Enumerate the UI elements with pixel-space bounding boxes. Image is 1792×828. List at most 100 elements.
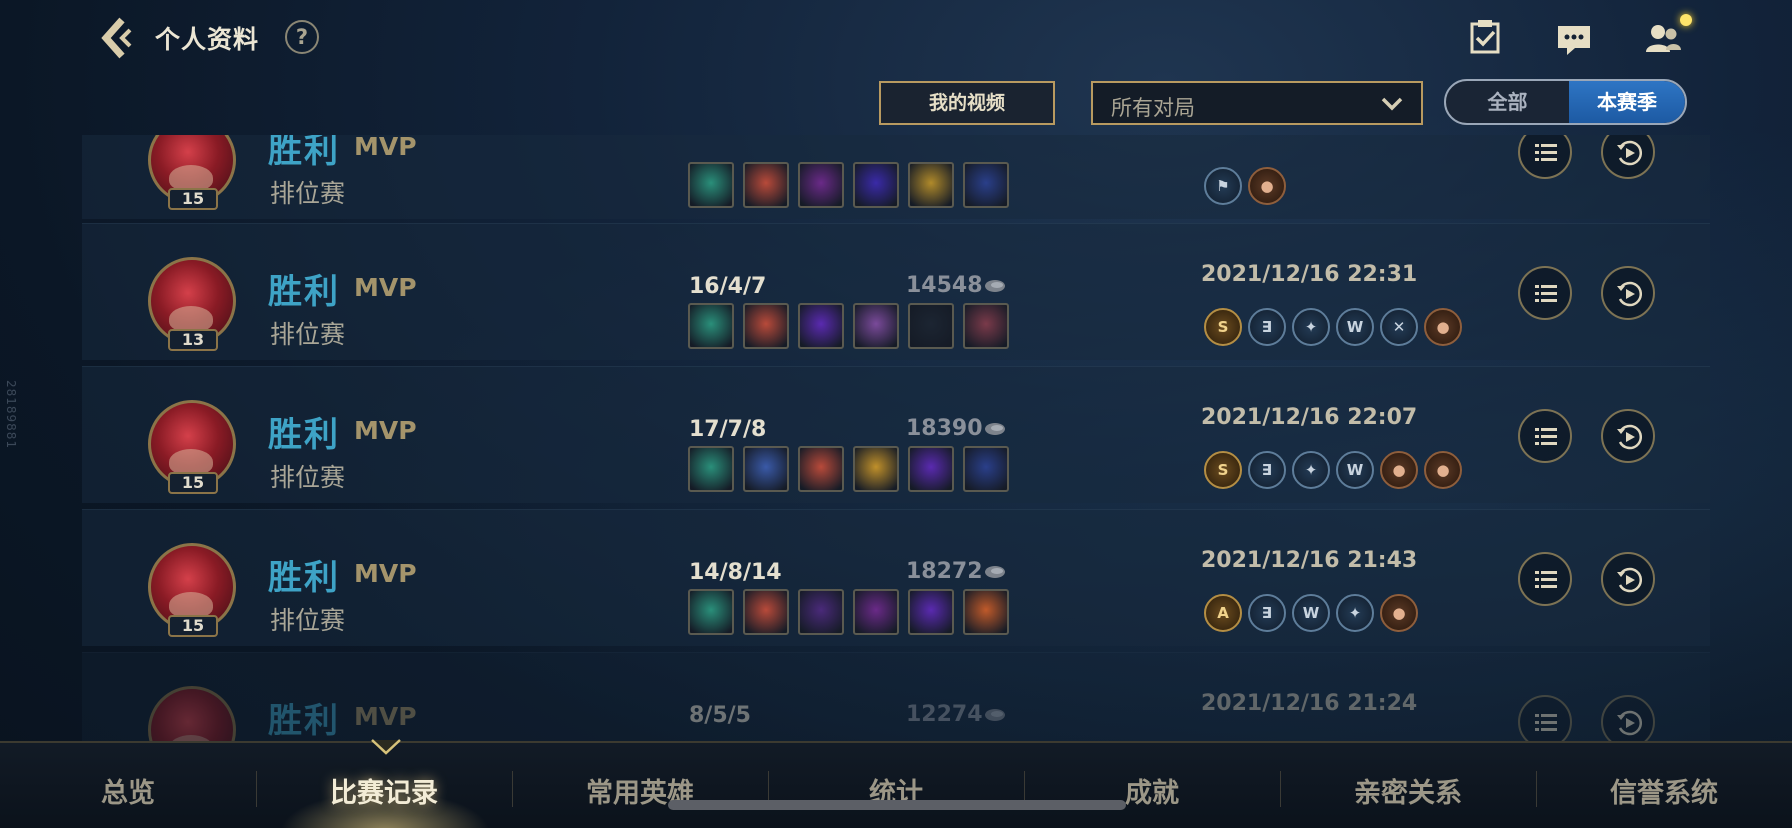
item-icon bbox=[908, 162, 954, 208]
page-title: 个人资料 bbox=[155, 25, 260, 54]
season-option-all[interactable]: 全部 bbox=[1446, 81, 1569, 123]
item-icon bbox=[853, 162, 899, 208]
item-icon bbox=[688, 446, 734, 492]
nav-tab[interactable]: 比赛记录 bbox=[284, 771, 484, 809]
match-time: 2021/12/16 21:43 bbox=[1201, 548, 1418, 573]
replay-icon bbox=[1617, 140, 1642, 166]
achievement-badge-icon: ● bbox=[1248, 167, 1286, 205]
achievement-badge-icon: S bbox=[1204, 451, 1242, 489]
friends-icon[interactable] bbox=[1644, 20, 1682, 58]
item-icon bbox=[743, 589, 789, 635]
kda-stat: 8/5/5 bbox=[689, 703, 751, 728]
mvp-label: MVP bbox=[354, 559, 417, 588]
hero-level-badge: 15 bbox=[168, 472, 218, 494]
mvp-label: MVP bbox=[354, 135, 417, 161]
list-icon bbox=[1535, 285, 1557, 302]
game-mode: 排位赛 bbox=[270, 320, 346, 349]
item-icon bbox=[688, 589, 734, 635]
gold-coin-icon bbox=[985, 709, 1005, 721]
match-result: 胜利 bbox=[268, 135, 340, 171]
item-icon bbox=[908, 446, 954, 492]
achievement-badge-icon: ∃ bbox=[1248, 594, 1286, 632]
mvp-label: MVP bbox=[354, 702, 417, 731]
replay-icon bbox=[1617, 710, 1642, 736]
achievement-badge-icon: S bbox=[1204, 308, 1242, 346]
match-list[interactable]: 15 胜利 MVP 排位赛 ⚑ ● 13 胜利 MVP 排位赛 16/4/7 14548 2021/12… bbox=[0, 135, 1792, 741]
achievement-badge-icon: ✕ bbox=[1380, 308, 1418, 346]
item-icon bbox=[908, 303, 954, 349]
match-result: 胜利 bbox=[268, 415, 340, 455]
active-tab-caret-icon bbox=[371, 739, 401, 755]
item-icon bbox=[908, 589, 954, 635]
match-row[interactable]: 15 胜利 MVP 排位赛 17/7/8 18390 2021/12/16 22:07 S ∃ ✦… bbox=[82, 366, 1710, 503]
gold-coin-icon bbox=[985, 423, 1005, 435]
match-row[interactable]: 胜利 MVP 8/5/5 12274 2021/12/16 21:24 bbox=[82, 652, 1710, 741]
match-row[interactable]: 15 胜利 MVP 排位赛 ⚑ ● bbox=[82, 135, 1710, 219]
match-row[interactable]: 13 胜利 MVP 排位赛 16/4/7 14548 2021/12/16 22:31 S ∃ ✦… bbox=[82, 223, 1710, 360]
gold-earned: 14548 bbox=[906, 273, 983, 298]
match-detail-button[interactable] bbox=[1518, 266, 1572, 320]
match-detail-button[interactable] bbox=[1518, 695, 1572, 741]
match-type-dropdown[interactable]: 所有对局 bbox=[1091, 81, 1423, 125]
mvp-label: MVP bbox=[354, 416, 417, 445]
achievement-badge-icon: ● bbox=[1424, 451, 1462, 489]
replay-button[interactable] bbox=[1601, 409, 1655, 463]
item-icon bbox=[963, 162, 1009, 208]
season-option-current[interactable]: 本赛季 bbox=[1569, 81, 1685, 123]
match-row[interactable]: 15 胜利 MVP 排位赛 14/8/14 18272 2021/12/16 21:43 A ∃… bbox=[82, 509, 1710, 646]
item-icon bbox=[798, 589, 844, 635]
replay-button[interactable] bbox=[1601, 266, 1655, 320]
item-icon bbox=[743, 162, 789, 208]
item-icon bbox=[743, 446, 789, 492]
achievement-badge-icon: ● bbox=[1380, 594, 1418, 632]
replay-button[interactable] bbox=[1601, 695, 1655, 741]
my-videos-button[interactable]: 我的视频 bbox=[879, 81, 1055, 125]
item-icon bbox=[798, 303, 844, 349]
item-icon bbox=[688, 162, 734, 208]
achievement-badge-icon: ⚑ bbox=[1204, 167, 1242, 205]
chevron-down-icon bbox=[1381, 97, 1403, 111]
item-icon bbox=[743, 303, 789, 349]
match-detail-button[interactable] bbox=[1518, 135, 1572, 179]
chat-icon[interactable] bbox=[1555, 22, 1593, 60]
gold-coin-icon bbox=[985, 280, 1005, 292]
back-arrow-icon bbox=[101, 17, 132, 59]
item-icon bbox=[688, 303, 734, 349]
replay-button[interactable] bbox=[1601, 135, 1655, 179]
achievement-badge-icon: W bbox=[1292, 594, 1330, 632]
nav-divider bbox=[512, 771, 513, 807]
item-icon bbox=[798, 446, 844, 492]
gold-earned: 18390 bbox=[906, 416, 983, 441]
hero-level-badge: 15 bbox=[168, 188, 218, 210]
replay-button[interactable] bbox=[1601, 552, 1655, 606]
help-button[interactable]: ? bbox=[285, 20, 319, 54]
item-icon bbox=[963, 303, 1009, 349]
kda-stat: 17/7/8 bbox=[689, 417, 767, 442]
nav-tab[interactable]: 亲密关系 bbox=[1308, 771, 1508, 809]
match-result: 胜利 bbox=[268, 272, 340, 312]
task-checklist-icon[interactable] bbox=[1466, 18, 1504, 56]
mvp-label: MVP bbox=[354, 273, 417, 302]
hero-level-badge: 15 bbox=[168, 615, 218, 637]
kda-stat: 16/4/7 bbox=[689, 274, 767, 299]
game-mode: 排位赛 bbox=[270, 606, 346, 635]
home-indicator bbox=[668, 800, 1126, 810]
achievement-badge-icon: W bbox=[1336, 451, 1374, 489]
hero-level-badge: 13 bbox=[168, 329, 218, 351]
hero-avatar bbox=[148, 686, 236, 741]
notification-dot bbox=[1680, 14, 1692, 26]
item-icon bbox=[798, 162, 844, 208]
nav-tab[interactable]: 总览 bbox=[28, 771, 228, 809]
nav-divider bbox=[1280, 771, 1281, 807]
nav-divider bbox=[256, 771, 257, 807]
back-button[interactable] bbox=[100, 16, 140, 60]
replay-icon bbox=[1617, 567, 1642, 593]
list-icon bbox=[1535, 428, 1557, 445]
header: 个人资料 ? bbox=[0, 0, 1792, 78]
nav-tab[interactable]: 信誉系统 bbox=[1564, 771, 1764, 809]
match-detail-button[interactable] bbox=[1518, 552, 1572, 606]
game-mode: 排位赛 bbox=[270, 463, 346, 492]
gold-earned: 12274 bbox=[906, 702, 983, 727]
match-detail-button[interactable] bbox=[1518, 409, 1572, 463]
achievement-badge-icon: A bbox=[1204, 594, 1242, 632]
